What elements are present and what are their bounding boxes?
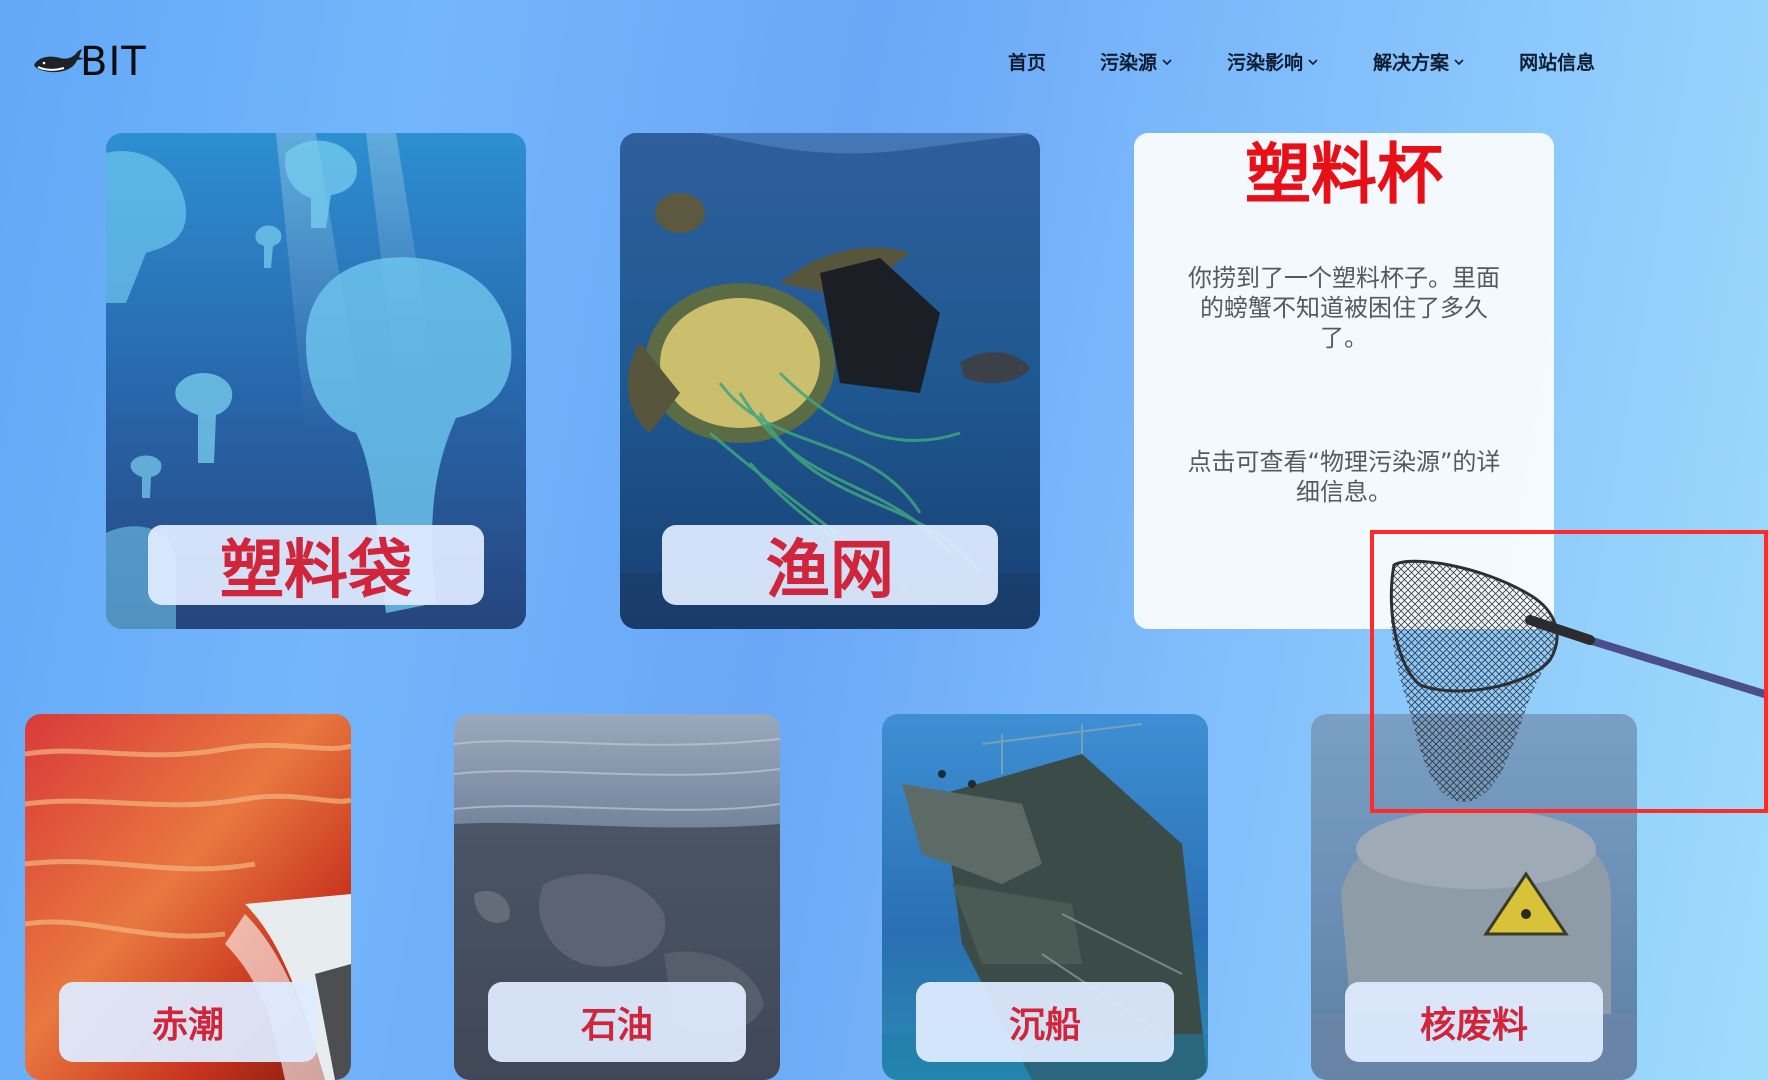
nav-pollution-impact-label: 污染影响 bbox=[1227, 52, 1304, 74]
card-red-tide[interactable]: 赤潮 bbox=[25, 714, 351, 1080]
chevron-down-icon bbox=[1162, 58, 1172, 65]
nav-solutions-label: 解决方案 bbox=[1373, 52, 1450, 74]
chevron-down-icon bbox=[1308, 58, 1318, 65]
card-shipwreck[interactable]: 沉船 bbox=[882, 714, 1208, 1080]
info-detail-link[interactable]: 点击可查看“物理污染源”的详细信息。 bbox=[1180, 447, 1508, 507]
nav-pollution-sources[interactable]: 污染源 bbox=[1100, 48, 1173, 75]
main-nav: 首页 污染源 污染影响 解决方案 网站信息 bbox=[1008, 48, 1595, 75]
nav-pollution-sources-label: 污染源 bbox=[1100, 52, 1158, 74]
card-fishing-net[interactable]: 渔网 bbox=[620, 133, 1040, 629]
nav-site-info[interactable]: 网站信息 bbox=[1519, 48, 1595, 75]
info-title: 塑料杯 bbox=[1245, 136, 1443, 213]
card-label: 沉船 bbox=[916, 982, 1174, 1062]
card-oil[interactable]: 石油 bbox=[454, 714, 780, 1080]
card-plastic-bag[interactable]: 塑料袋 bbox=[106, 133, 526, 629]
logo-text: BIT bbox=[80, 39, 147, 85]
nav-pollution-impact[interactable]: 污染影响 bbox=[1227, 48, 1319, 75]
nav-home-label: 首页 bbox=[1008, 52, 1047, 74]
nav-solutions[interactable]: 解决方案 bbox=[1373, 48, 1465, 75]
info-description: 你捞到了一个塑料杯子。里面的螃蟹不知道被困住了多久了。 bbox=[1188, 264, 1500, 352]
chevron-down-icon bbox=[1454, 58, 1464, 65]
card-label: 渔网 bbox=[662, 525, 998, 608]
card-label: 石油 bbox=[488, 982, 746, 1062]
highlight-box bbox=[1370, 530, 1768, 813]
site-logo[interactable]: BIT bbox=[32, 39, 147, 85]
card-label: 塑料袋 bbox=[148, 525, 484, 608]
card-label: 核废料 bbox=[1345, 982, 1603, 1062]
nav-site-info-label: 网站信息 bbox=[1519, 52, 1596, 74]
nav-home[interactable]: 首页 bbox=[1008, 48, 1046, 75]
whale-icon bbox=[34, 49, 84, 73]
card-label: 赤潮 bbox=[59, 982, 317, 1062]
